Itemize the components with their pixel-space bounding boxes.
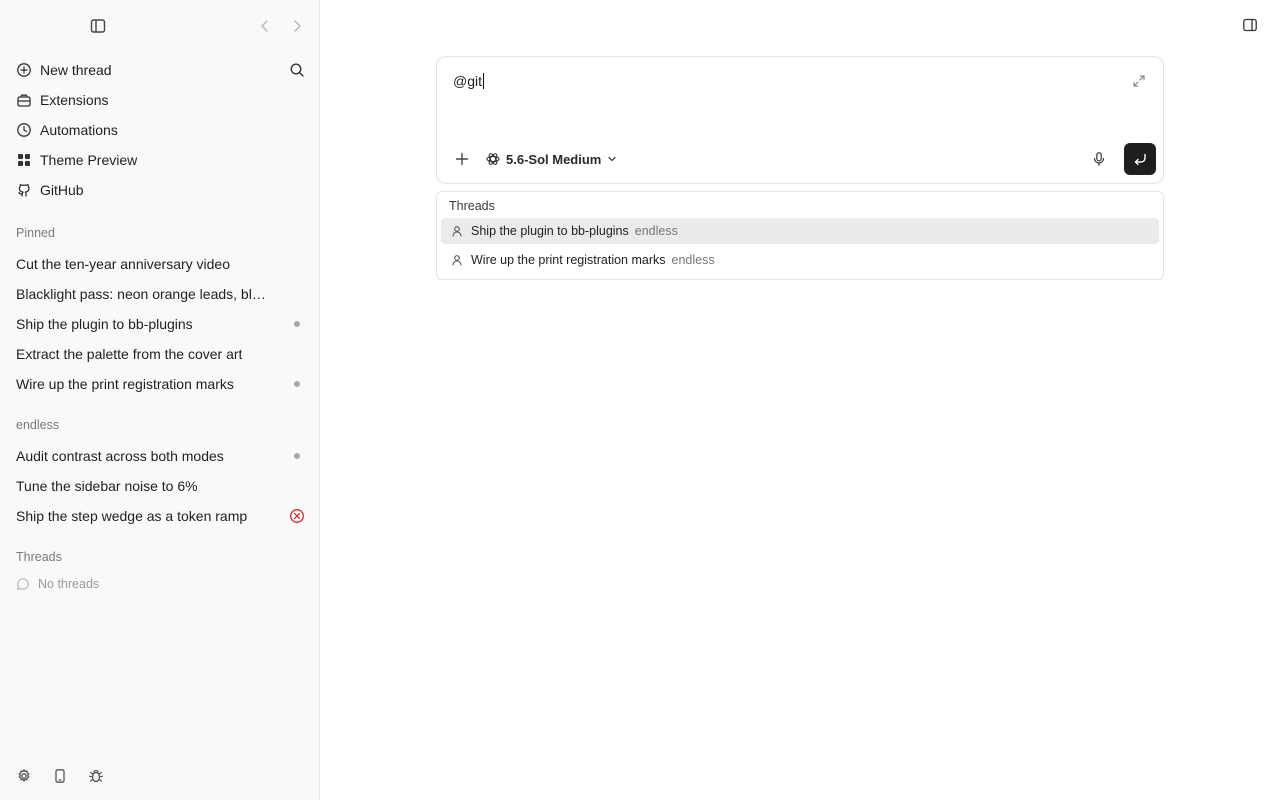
- user-icon: [451, 225, 463, 237]
- settings-icon[interactable]: [16, 768, 32, 784]
- sidebar-menu: New thread Extensions Automations Theme …: [0, 55, 320, 205]
- pinned-thread-item[interactable]: Cut the ten-year anniversary video: [0, 249, 320, 279]
- text-caret: [483, 73, 484, 89]
- unread-dot: [294, 321, 300, 327]
- message-composer: @git 5.6-Sol Medium: [436, 56, 1164, 184]
- new-thread-icon: [16, 62, 32, 78]
- thread-title: Ship the step wedge as a token ramp: [16, 508, 248, 524]
- sidebar-item-theme-preview[interactable]: Theme Preview: [0, 145, 320, 175]
- sidebar-item-new-thread[interactable]: New thread: [0, 55, 320, 85]
- suggestion-title: Wire up the print registration marks: [471, 253, 666, 267]
- extensions-icon: [16, 92, 32, 108]
- sidebar-item-label: GitHub: [40, 182, 84, 198]
- clock-icon: [16, 122, 32, 138]
- thread-title: Ship the plugin to bb-plugins: [16, 316, 193, 332]
- pinned-thread-item[interactable]: Blacklight pass: neon orange leads, blu.…: [0, 279, 320, 309]
- thread-title: Cut the ten-year anniversary video: [16, 256, 230, 272]
- project-thread-item[interactable]: Audit contrast across both modes: [0, 441, 320, 471]
- project-list: Audit contrast across both modes Tune th…: [0, 441, 320, 531]
- sidebar-item-extensions[interactable]: Extensions: [0, 85, 320, 115]
- threads-empty-state: No threads: [16, 576, 99, 592]
- suggestion-title: Ship the plugin to bb-plugins: [471, 224, 629, 238]
- project-section-label[interactable]: endless: [16, 418, 59, 432]
- chevron-left-icon[interactable]: [257, 17, 273, 35]
- chat-bubble-icon: [16, 577, 30, 591]
- pinned-thread-item[interactable]: Wire up the print registration marks: [0, 369, 320, 399]
- grid-icon: [16, 152, 32, 168]
- sidebar-header: [0, 0, 320, 52]
- bug-icon[interactable]: [88, 768, 104, 784]
- sidebar-item-label: Automations: [40, 122, 118, 138]
- model-logo-icon: [485, 151, 501, 167]
- message-input[interactable]: @git: [453, 73, 484, 89]
- sidebar-item-github[interactable]: GitHub: [0, 175, 320, 205]
- thread-title: Extract the palette from the cover art: [16, 346, 243, 362]
- model-selector[interactable]: 5.6-Sol Medium: [485, 150, 618, 168]
- sidebar-item-automations[interactable]: Automations: [0, 115, 320, 145]
- suggestion-item[interactable]: Ship the plugin to bb-plugins endless: [441, 218, 1159, 244]
- chevron-right-icon[interactable]: [289, 17, 305, 35]
- suggestions-heading: Threads: [449, 199, 495, 213]
- project-thread-item[interactable]: Tune the sidebar noise to 6%: [0, 471, 320, 501]
- expand-icon[interactable]: [1132, 74, 1146, 88]
- sidebar-item-label: New thread: [40, 62, 112, 78]
- enter-icon: [1134, 153, 1146, 166]
- mention-suggestions: Threads Ship the plugin to bb-plugins en…: [436, 191, 1164, 280]
- message-input-text: @git: [453, 73, 482, 89]
- microphone-icon[interactable]: [1091, 151, 1107, 167]
- github-icon: [16, 182, 32, 198]
- thread-title: Tune the sidebar noise to 6%: [16, 478, 198, 494]
- thread-title: Wire up the print registration marks: [16, 376, 234, 392]
- error-icon: [289, 508, 305, 524]
- sidebar-item-label: Theme Preview: [40, 152, 138, 168]
- pinned-list: Cut the ten-year anniversary video Black…: [0, 249, 320, 399]
- phone-icon[interactable]: [52, 768, 68, 784]
- unread-dot: [294, 381, 300, 387]
- suggestion-project: endless: [634, 224, 678, 238]
- panel-toggle-icon[interactable]: [1242, 17, 1258, 33]
- pinned-thread-item[interactable]: Extract the palette from the cover art: [0, 339, 320, 369]
- sidebar: New thread Extensions Automations Theme …: [0, 0, 320, 800]
- add-attachment-icon[interactable]: [454, 151, 470, 167]
- model-name: 5.6-Sol Medium: [506, 151, 602, 167]
- sidebar-toggle-icon[interactable]: [89, 17, 107, 35]
- pinned-thread-item[interactable]: Ship the plugin to bb-plugins: [0, 309, 320, 339]
- pinned-section-label: Pinned: [16, 226, 55, 240]
- user-icon: [451, 254, 463, 266]
- suggestion-project: endless: [671, 253, 715, 267]
- thread-title: Blacklight pass: neon orange leads, blu.…: [16, 286, 271, 302]
- sidebar-item-label: Extensions: [40, 92, 109, 108]
- threads-section-label: Threads: [16, 550, 62, 564]
- chevron-down-icon: [606, 153, 618, 165]
- thread-title: Audit contrast across both modes: [16, 448, 224, 464]
- search-icon[interactable]: [289, 62, 305, 78]
- suggestion-item[interactable]: Wire up the print registration marks end…: [441, 247, 1159, 273]
- project-thread-item[interactable]: Ship the step wedge as a token ramp: [0, 501, 320, 531]
- send-button[interactable]: [1124, 143, 1156, 175]
- empty-label: No threads: [38, 577, 100, 591]
- unread-dot: [294, 453, 300, 459]
